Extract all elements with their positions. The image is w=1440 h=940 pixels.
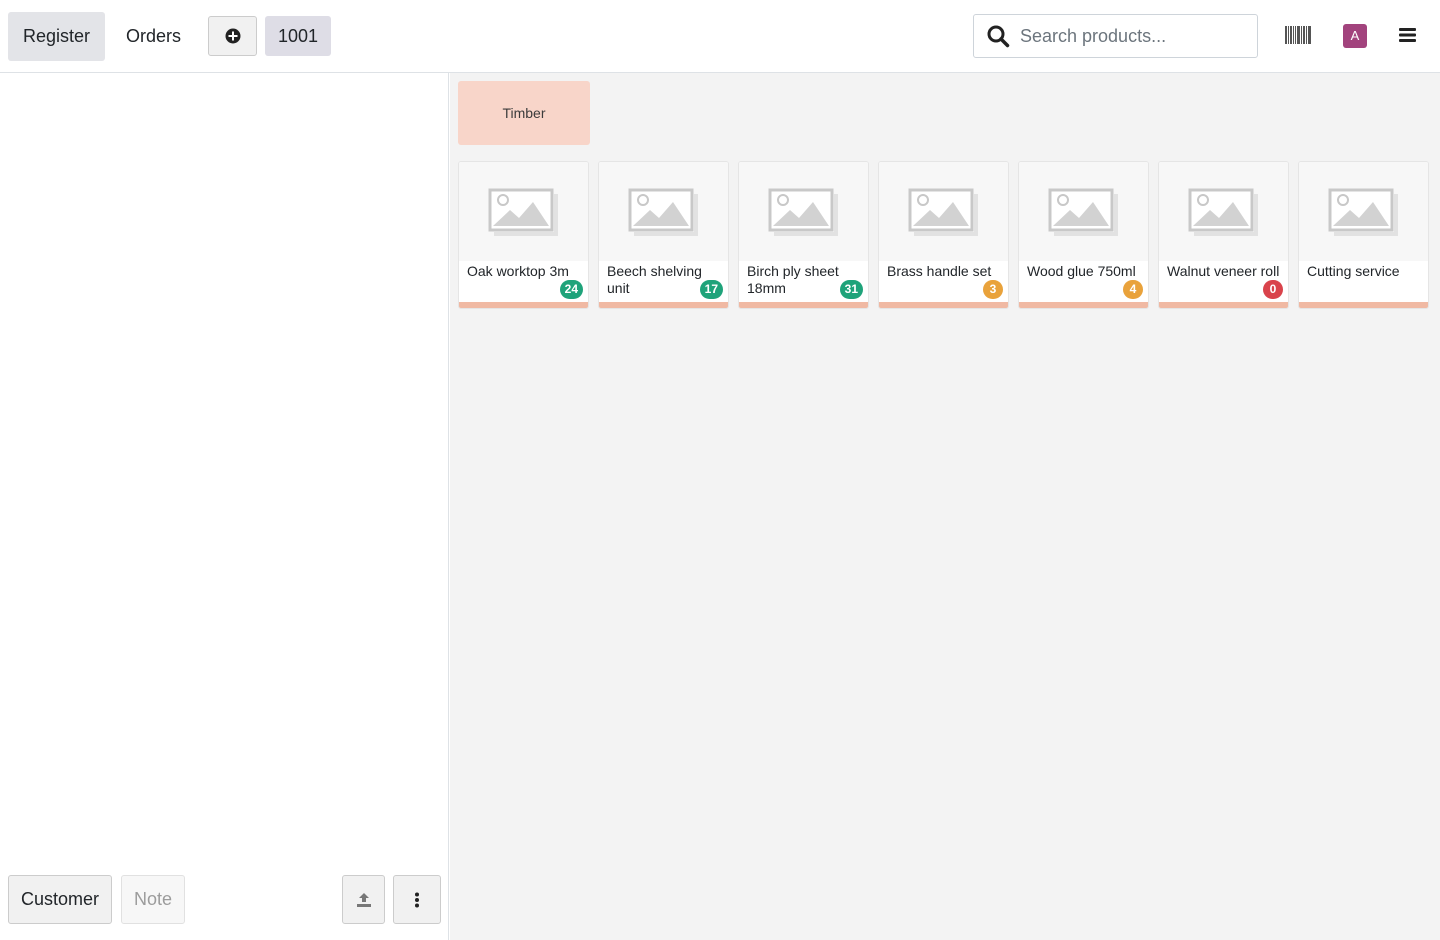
- category-stripe: [599, 302, 728, 308]
- product-name: Cutting service: [1307, 263, 1400, 279]
- image-placeholder-icon: [1048, 188, 1118, 236]
- product-card[interactable]: Cutting service: [1298, 161, 1429, 309]
- product-image: [599, 162, 728, 261]
- order-panel: Customer Note: [0, 73, 449, 940]
- product-image: [879, 162, 1008, 261]
- search-input[interactable]: [1020, 25, 1250, 47]
- stock-badge: 4: [1123, 280, 1143, 299]
- product-card[interactable]: Brass handle set 3: [878, 161, 1009, 309]
- more-vertical-icon: [415, 892, 419, 908]
- upload-button[interactable]: [342, 875, 385, 924]
- stock-badge: 24: [559, 280, 583, 299]
- image-placeholder-icon: [1328, 188, 1398, 236]
- image-placeholder-icon: [908, 188, 978, 236]
- category-timber[interactable]: Timber: [458, 81, 590, 145]
- more-actions-button[interactable]: [393, 875, 441, 924]
- user-avatar[interactable]: A: [1343, 24, 1367, 48]
- register-tab[interactable]: Register: [8, 12, 106, 61]
- barcode-icon[interactable]: [1285, 26, 1311, 44]
- product-grid: Oak worktop 3m 24 Beech shelving unit 17…: [458, 161, 1429, 309]
- menu-icon[interactable]: [1399, 27, 1416, 43]
- orders-tab[interactable]: Orders: [111, 12, 196, 61]
- stock-badge: 17: [699, 280, 723, 299]
- stock-badge: 0: [1263, 280, 1283, 299]
- product-image: [1299, 162, 1428, 261]
- category-stripe: [459, 302, 588, 308]
- product-name: Walnut veneer roll: [1167, 263, 1280, 279]
- new-order-button[interactable]: [208, 16, 257, 56]
- category-stripe: [1019, 302, 1148, 308]
- order-tab-current[interactable]: 1001: [265, 16, 331, 56]
- product-card[interactable]: Walnut veneer roll 0: [1158, 161, 1289, 309]
- product-image: [459, 162, 588, 261]
- product-image: [1159, 162, 1288, 261]
- product-panel: Timber Oak worktop 3m 24 Beech shelving …: [450, 73, 1440, 940]
- product-card[interactable]: Wood glue 750ml 4: [1018, 161, 1149, 309]
- product-image: [739, 162, 868, 261]
- category-stripe: [739, 302, 868, 308]
- upload-icon: [356, 893, 371, 908]
- product-card[interactable]: Birch ply sheet 18mm 31: [738, 161, 869, 309]
- product-card[interactable]: Oak worktop 3m 24: [458, 161, 589, 309]
- stock-badge: 31: [839, 280, 863, 299]
- search-icon: [987, 25, 1010, 48]
- category-stripe: [1159, 302, 1288, 308]
- product-name: Oak worktop 3m: [467, 263, 569, 279]
- product-image: [1019, 162, 1148, 261]
- top-bar: Register Orders 1001 A: [0, 0, 1440, 73]
- category-stripe: [1299, 302, 1428, 308]
- image-placeholder-icon: [488, 188, 558, 236]
- note-button[interactable]: Note: [121, 875, 186, 924]
- image-placeholder-icon: [628, 188, 698, 236]
- customer-button[interactable]: Customer: [8, 875, 113, 924]
- product-name: Brass handle set: [887, 263, 992, 279]
- stock-badge: 3: [983, 280, 1003, 299]
- plus-circle-icon: [225, 28, 240, 44]
- product-name: Wood glue 750ml: [1027, 263, 1136, 279]
- image-placeholder-icon: [768, 188, 838, 236]
- product-card[interactable]: Beech shelving unit 17: [598, 161, 729, 309]
- image-placeholder-icon: [1188, 188, 1258, 236]
- category-stripe: [879, 302, 1008, 308]
- search-box[interactable]: [973, 14, 1258, 58]
